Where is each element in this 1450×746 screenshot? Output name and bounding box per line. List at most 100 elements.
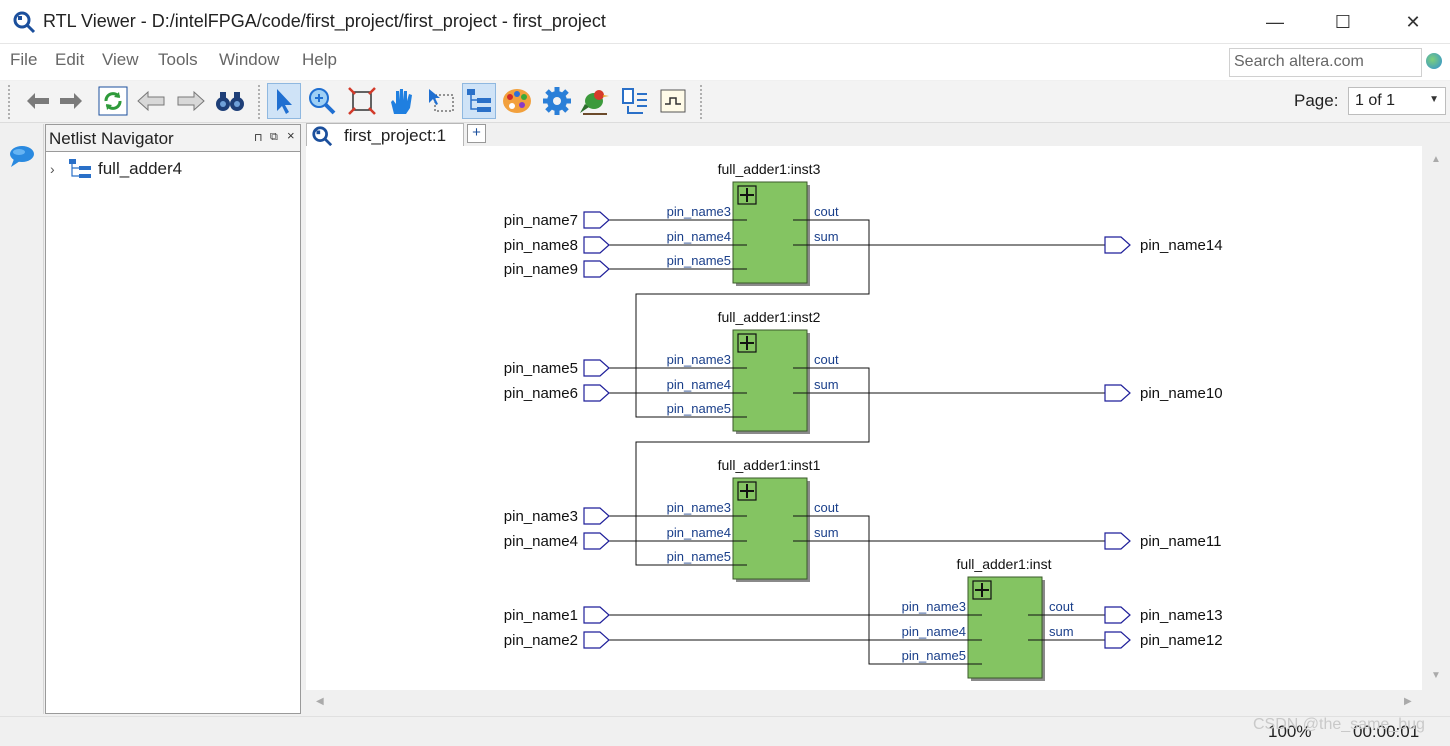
menu-tools[interactable]: Tools <box>158 50 198 70</box>
output-pin-shape <box>1104 236 1131 254</box>
tab-first-project[interactable]: first_project:1 <box>306 123 464 147</box>
input-pin-label: pin_name4 <box>504 533 578 550</box>
forward-icon[interactable] <box>54 83 88 119</box>
rtl-viewer-app-icon <box>13 11 36 34</box>
toolbar-grip[interactable] <box>8 85 12 119</box>
print-icon[interactable] <box>656 83 690 119</box>
pins: pin_name7 pin_name8 pin_name9 pin_name5 pin_… <box>504 211 1223 649</box>
close-icon[interactable]: × <box>287 128 295 143</box>
output-port-label: sum <box>1049 624 1074 639</box>
scroll-left-icon[interactable]: ◀ <box>316 696 324 707</box>
netlist-navigator-panel: Netlist Navigator ⊓ ⧉ × › full_adder4 <box>45 124 301 714</box>
vertical-scrollbar[interactable]: ▲ ▼ <box>1422 146 1450 690</box>
scroll-right-icon[interactable]: ▶ <box>1404 696 1412 707</box>
schematic-diagram[interactable]: full_adder1:inst3pin_name3pin_name4pin_n… <box>306 146 1422 690</box>
output-pin-shape <box>1104 532 1131 550</box>
scroll-down-icon[interactable]: ▼ <box>1431 670 1441 681</box>
refresh-icon[interactable] <box>96 83 130 119</box>
output-pin-shape <box>1104 606 1131 624</box>
input-pin-shape <box>583 260 610 278</box>
hierarchy-icon[interactable] <box>462 83 496 119</box>
instance-label: full_adder1:inst <box>957 556 1052 572</box>
minimize-button[interactable]: — <box>1246 0 1304 44</box>
toolbar <box>0 81 1450 123</box>
menu-file[interactable]: File <box>10 50 37 70</box>
input-pin-label: pin_name3 <box>504 508 578 525</box>
chevron-right-icon[interactable]: › <box>50 161 68 177</box>
chat-bubble-icon[interactable] <box>8 144 36 168</box>
input-port-label: pin_name3 <box>902 599 966 614</box>
navigator-header: Netlist Navigator ⊓ ⧉ × <box>46 125 300 152</box>
input-pin: pin_name7 <box>504 211 610 229</box>
input-port-label: pin_name4 <box>667 229 731 244</box>
select-icon[interactable] <box>267 83 301 119</box>
instance-block[interactable]: full_adder1:inst2 pin_name3 pin_name4 pin_n… <box>667 309 839 434</box>
menu-window[interactable]: Window <box>219 50 279 70</box>
back-icon[interactable] <box>21 83 55 119</box>
output-pin-label: pin_name10 <box>1140 385 1223 402</box>
tree-item-full-adder4[interactable]: › full_adder4 <box>50 157 182 181</box>
instance-block[interactable]: full_adder1:inst pin_name3 pin_name4 pin_na… <box>902 556 1074 681</box>
input-pin: pin_name5 <box>504 359 610 377</box>
input-pin: pin_name2 <box>504 631 610 649</box>
input-pin-label: pin_name2 <box>504 632 578 649</box>
back-arrow-icon[interactable] <box>134 83 168 119</box>
input-pin: pin_name3 <box>504 507 610 525</box>
globe-icon[interactable] <box>1426 53 1442 69</box>
zoom-icon[interactable] <box>305 83 339 119</box>
toolbar-grip-2[interactable] <box>258 85 262 119</box>
color-icon[interactable] <box>500 83 534 119</box>
bird-icon[interactable] <box>578 83 612 119</box>
input-pin: pin_name6 <box>504 384 610 402</box>
hand-icon[interactable] <box>384 83 418 119</box>
input-pin-label: pin_name7 <box>504 212 578 229</box>
add-tab-button[interactable]: + <box>467 124 486 143</box>
instance-block[interactable]: full_adder1:inst1 pin_name3 pin_name4 pin_n… <box>667 457 839 582</box>
output-port-label: cout <box>814 500 839 515</box>
area-select-icon[interactable] <box>424 83 458 119</box>
input-pin: pin_name4 <box>504 532 610 550</box>
output-pin-shape <box>1104 631 1131 649</box>
settings-icon[interactable] <box>540 83 574 119</box>
menu-edit[interactable]: Edit <box>55 50 84 70</box>
maximize-button[interactable]: ☐ <box>1314 0 1372 44</box>
input-port-label: pin_name4 <box>667 377 731 392</box>
schematic-canvas[interactable]: full_adder1:inst3 pin_name3 pin_name4 pin_n… <box>306 146 1422 690</box>
horizontal-scrollbar[interactable]: ◀ ▶ <box>306 690 1422 714</box>
hierarchy-tree-icon <box>69 159 91 178</box>
input-pin-shape <box>583 384 610 402</box>
scroll-up-icon[interactable]: ▲ <box>1431 154 1441 165</box>
instance-block[interactable]: full_adder1:inst3 pin_name3 pin_name4 pin_n… <box>667 161 839 286</box>
netlist-icon[interactable] <box>618 83 652 119</box>
page-select-value: 1 of 1 <box>1355 92 1396 109</box>
forward-arrow-icon[interactable] <box>174 83 208 119</box>
search-input[interactable]: Search altera.com <box>1229 48 1422 77</box>
toolbar-grip-3[interactable] <box>700 85 704 119</box>
chevron-down-icon: ▼ <box>1429 94 1439 105</box>
input-pin-label: pin_name5 <box>504 360 578 377</box>
menu-view[interactable]: View <box>102 50 139 70</box>
input-port-label: pin_name4 <box>667 525 731 540</box>
input-pin-shape <box>583 606 610 624</box>
output-pin-shape <box>1104 384 1131 402</box>
binoculars-icon[interactable] <box>213 83 247 119</box>
output-pin: pin_name10 <box>1104 384 1223 402</box>
output-port-label: sum <box>814 229 839 244</box>
left-dock-strip <box>0 124 44 714</box>
input-pin-shape <box>583 532 610 550</box>
input-pin: pin_name8 <box>504 236 610 254</box>
input-port-label: pin_name5 <box>667 549 731 564</box>
rtl-viewer-tab-icon <box>312 126 333 147</box>
input-pin-label: pin_name6 <box>504 385 578 402</box>
pin-icon[interactable]: ⊓ <box>254 131 263 144</box>
close-button[interactable]: ✕ <box>1384 0 1442 44</box>
menu-help[interactable]: Help <box>302 50 337 70</box>
output-pin: pin_name11 <box>1104 532 1221 550</box>
page-select[interactable]: 1 of 1 ▼ <box>1348 87 1446 115</box>
output-pin: pin_name12 <box>1104 631 1223 649</box>
input-pin: pin_name1 <box>504 606 610 624</box>
input-port-label: pin_name4 <box>902 624 966 639</box>
input-port-label: pin_name5 <box>667 401 731 416</box>
fit-icon[interactable] <box>345 83 379 119</box>
float-icon[interactable]: ⧉ <box>270 131 278 144</box>
